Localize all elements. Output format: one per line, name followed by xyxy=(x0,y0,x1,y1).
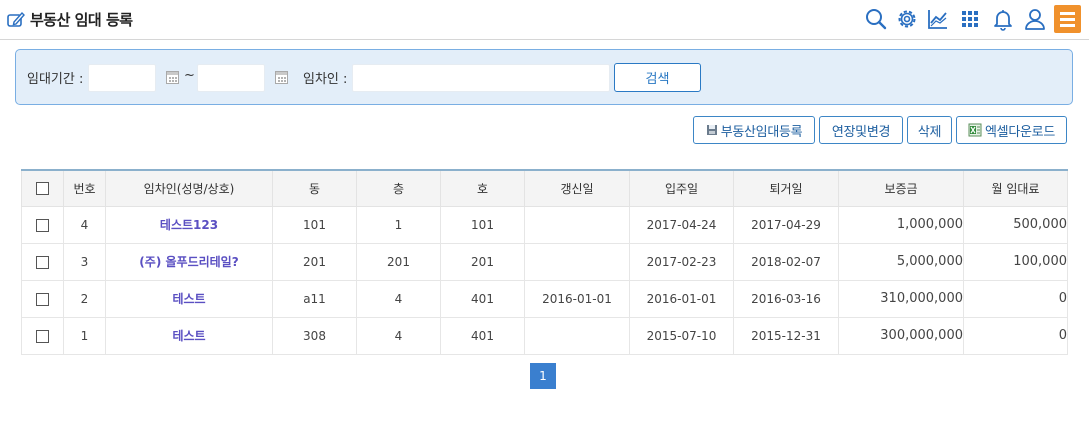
table-row: 2 테스트 a11 4 401 2016-01-01 2016-01-01 20… xyxy=(21,279,1068,318)
column-header: 퇴거일 xyxy=(733,169,839,207)
edit-icon xyxy=(7,11,25,27)
cell-move-out: 2016-03-16 xyxy=(733,279,839,318)
select-all-cell xyxy=(21,169,64,207)
search-button[interactable]: 검색 xyxy=(614,63,701,92)
cell-ho: 201 xyxy=(440,242,525,281)
cell-ho: 101 xyxy=(440,205,525,244)
row-select-cell xyxy=(21,316,64,355)
row-checkbox[interactable] xyxy=(36,329,49,343)
row-checkbox[interactable] xyxy=(36,255,49,269)
cell-move-in: 2017-02-23 xyxy=(629,242,734,281)
cell-renewal xyxy=(524,242,630,281)
extend-change-button[interactable]: 연장및변경 xyxy=(819,116,903,144)
cell-move-in: 2017-04-24 xyxy=(629,205,734,244)
chart-icon[interactable] xyxy=(926,7,950,31)
cell-deposit: 5,000,000 xyxy=(838,242,964,281)
search-icon[interactable] xyxy=(864,7,888,31)
row-select-cell xyxy=(21,205,64,244)
cell-deposit: 1,000,000 xyxy=(838,205,964,244)
end-date-input[interactable] xyxy=(197,64,265,92)
cell-tenant-link[interactable]: 테스트 xyxy=(105,316,273,355)
tenant-input[interactable] xyxy=(352,64,610,92)
column-header: 호 xyxy=(440,169,525,207)
cell-no: 3 xyxy=(63,242,106,281)
cell-floor: 4 xyxy=(356,279,441,318)
cell-dong: 308 xyxy=(272,316,357,355)
cell-rent: 500,000 xyxy=(963,205,1068,244)
cell-no: 1 xyxy=(63,316,106,355)
cell-ho: 401 xyxy=(440,316,525,355)
cell-tenant-link[interactable]: 테스트 xyxy=(105,279,273,318)
cell-dong: 201 xyxy=(272,242,357,281)
end-calendar-icon[interactable] xyxy=(275,71,288,84)
date-range-separator: ~ xyxy=(184,68,195,83)
cell-floor: 1 xyxy=(356,205,441,244)
register-button[interactable]: 부동산임대등록 xyxy=(693,116,815,144)
top-bar: 부동산 임대 등록 xyxy=(0,0,1089,40)
cell-rent: 0 xyxy=(963,279,1068,318)
cell-tenant-link[interactable]: 테스트123 xyxy=(105,205,273,244)
register-button-label: 부동산임대등록 xyxy=(720,124,803,140)
column-header: 임차인(성명/상호) xyxy=(105,169,273,207)
select-all-checkbox[interactable] xyxy=(36,182,49,196)
column-header: 갱신일 xyxy=(524,169,630,207)
cell-rent: 0 xyxy=(963,316,1068,355)
cell-move-in: 2015-07-10 xyxy=(629,316,734,355)
menu-icon[interactable] xyxy=(1054,5,1081,33)
column-header: 보증금 xyxy=(838,169,964,207)
cell-floor: 4 xyxy=(356,316,441,355)
page-title-group: 부동산 임대 등록 xyxy=(6,9,133,30)
save-icon xyxy=(706,125,717,135)
cell-renewal: 2016-01-01 xyxy=(524,279,630,318)
excel-download-button[interactable]: 엑셀다운로드 xyxy=(956,116,1067,144)
row-select-cell xyxy=(21,242,64,281)
cell-renewal xyxy=(524,316,630,355)
row-checkbox[interactable] xyxy=(36,292,49,306)
cell-move-in: 2016-01-01 xyxy=(629,279,734,318)
cell-floor: 201 xyxy=(356,242,441,281)
column-header: 동 xyxy=(272,169,357,207)
row-checkbox[interactable] xyxy=(36,218,49,232)
tenant-label: 임차인 : xyxy=(303,72,348,87)
row-select-cell xyxy=(21,279,64,318)
page-button-current[interactable]: 1 xyxy=(530,363,556,389)
cell-move-out: 2018-02-07 xyxy=(733,242,839,281)
cell-move-out: 2015-12-31 xyxy=(733,316,839,355)
user-icon[interactable] xyxy=(1023,7,1047,31)
cell-rent: 100,000 xyxy=(963,242,1068,281)
cell-renewal xyxy=(524,205,630,244)
excel-icon xyxy=(968,123,982,137)
bell-icon[interactable] xyxy=(991,7,1015,31)
search-panel: 임대기간 : ~ 임차인 : 검색 xyxy=(15,49,1073,105)
table-header-row: 번호 임차인(성명/상호) 동 층 호 갱신일 입주일 퇴거일 보증금 월 임대… xyxy=(21,169,1068,207)
grid-icon[interactable] xyxy=(958,7,982,31)
cell-move-out: 2017-04-29 xyxy=(733,205,839,244)
app-root: 부동산 임대 등록 임대기간: ~ 임차인: 검색 부동산임대등록 연장및변… xyxy=(0,0,1089,428)
column-header: 월 임대료 xyxy=(963,169,1068,207)
excel-download-label: 엑셀다운로드 xyxy=(985,124,1055,140)
table-row: 1 테스트 308 4 401 2015-07-10 2015-12-31 30… xyxy=(21,316,1068,355)
cell-no: 4 xyxy=(63,205,106,244)
cell-tenant-link[interactable]: (주) 올푸드리테일? xyxy=(105,242,273,281)
cell-no: 2 xyxy=(63,279,106,318)
start-calendar-icon[interactable] xyxy=(166,71,179,84)
cell-deposit: 310,000,000 xyxy=(838,279,964,318)
column-header: 층 xyxy=(356,169,441,207)
cell-deposit: 300,000,000 xyxy=(838,316,964,355)
cell-dong: 101 xyxy=(272,205,357,244)
delete-button[interactable]: 삭제 xyxy=(907,116,952,144)
table-row: 4 테스트123 101 1 101 2017-04-24 2017-04-29… xyxy=(21,205,1068,244)
period-label: 임대기간 : xyxy=(27,72,84,87)
start-date-input[interactable] xyxy=(88,64,156,92)
page-title: 부동산 임대 등록 xyxy=(30,11,133,29)
table-row: 3 (주) 올푸드리테일? 201 201 201 2017-02-23 201… xyxy=(21,242,1068,281)
cell-dong: a11 xyxy=(272,279,357,318)
column-header: 입주일 xyxy=(629,169,734,207)
column-header: 번호 xyxy=(63,169,106,207)
cell-ho: 401 xyxy=(440,279,525,318)
lease-table: 번호 임차인(성명/상호) 동 층 호 갱신일 입주일 퇴거일 보증금 월 임대… xyxy=(21,169,1068,355)
gear-icon[interactable] xyxy=(895,7,919,31)
